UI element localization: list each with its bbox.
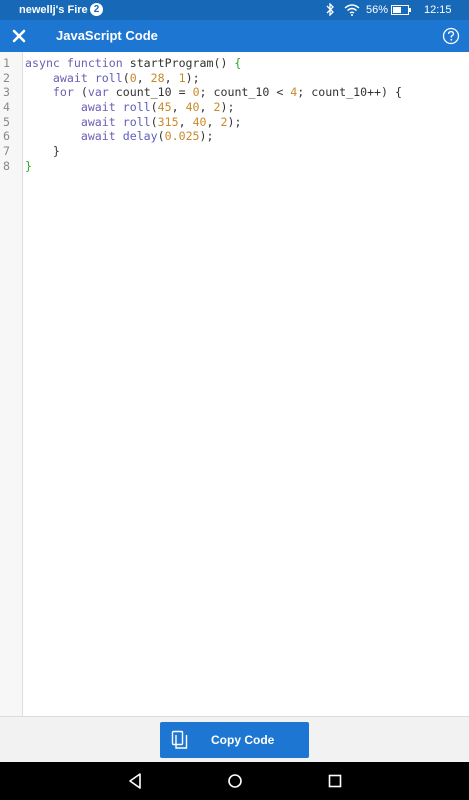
code-line: 2 await roll(0, 28, 1); — [0, 71, 469, 86]
line-number: 1 — [3, 56, 10, 70]
line-number: 2 — [3, 70, 10, 85]
clock: 12:15 — [424, 4, 452, 16]
code-line: 4 await roll(45, 40, 2); — [0, 100, 469, 115]
line-number: 7 — [3, 144, 10, 159]
battery-icon — [391, 5, 411, 18]
code-line: 7 } — [0, 144, 469, 159]
recents-icon[interactable] — [327, 772, 343, 795]
bluetooth-icon — [325, 2, 335, 19]
status-bar: newellj's Fire 2 56% 12:15 — [0, 0, 469, 20]
code-line: 3 for (var count_10 = 0; count_10 < 4; c… — [0, 85, 469, 100]
line-number: 5 — [3, 114, 10, 129]
help-icon[interactable] — [441, 26, 461, 46]
copy-code-label: Copy Code — [211, 733, 275, 747]
code-line: 1 async function startProgram() { — [0, 56, 469, 71]
back-icon[interactable] — [127, 772, 143, 795]
close-icon[interactable] — [9, 26, 29, 46]
home-icon[interactable] — [226, 772, 244, 795]
page-title: JavaScript Code — [56, 28, 158, 43]
code-line: 6 await delay(0.025); — [0, 129, 469, 144]
line-number: 4 — [3, 100, 10, 115]
notification-badge: 2 — [90, 3, 103, 16]
line-number: 6 — [3, 129, 10, 144]
code-line: 8} — [0, 159, 469, 174]
device-name: newellj's Fire — [19, 4, 88, 16]
copy-code-button[interactable]: Copy Code — [160, 722, 309, 758]
app-header: JavaScript Code — [0, 20, 469, 52]
line-number: 8 — [3, 158, 10, 173]
code-editor[interactable]: 1 async function startProgram() { 2 await… — [0, 52, 469, 716]
wifi-icon — [344, 3, 360, 19]
footer: Copy Code — [0, 716, 469, 763]
line-number: 3 — [3, 85, 10, 100]
code-line: 5 await roll(315, 40, 2); — [0, 115, 469, 130]
code-content: 1 async function startProgram() { 2 await… — [0, 56, 469, 174]
system-nav-bar — [0, 762, 469, 800]
battery-percent: 56% — [366, 4, 389, 16]
copy-icon — [171, 730, 189, 755]
